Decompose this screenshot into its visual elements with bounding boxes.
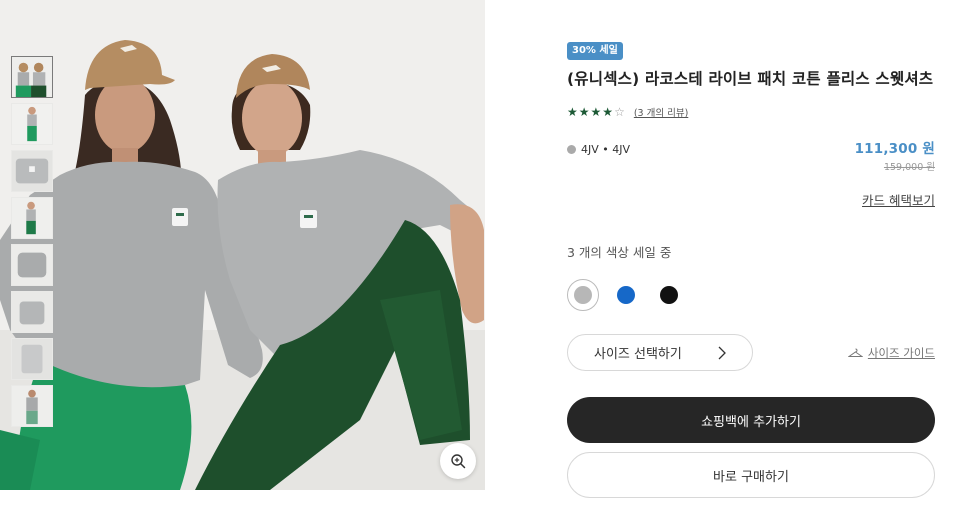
size-guide-link[interactable]: 사이즈 가이드 — [847, 345, 935, 361]
sale-price: 111,300 원 — [854, 141, 935, 157]
thumbnail-8[interactable] — [11, 385, 53, 427]
color-sale-label: 3 개의 색상 세일 중 — [567, 245, 672, 260]
add-to-bag-button[interactable]: 쇼핑백에 추가하기 — [567, 397, 935, 443]
card-benefit-link[interactable]: 카드 혜택보기 — [567, 190, 935, 209]
rating: ★ ★ ★ ★ ☆ (3 개의 리뷰) — [567, 104, 935, 120]
size-row: 사이즈 선택하기 사이즈 가이드 — [567, 334, 935, 371]
sale-badge: 30% 세일 — [567, 42, 623, 60]
chevron-right-icon — [718, 346, 726, 359]
price-row: 4JV • 4JV 111,300 원 159,000 원 — [567, 137, 935, 173]
original-price: 159,000 원 — [883, 162, 935, 173]
size-select-label: 사이즈 선택하기 — [594, 347, 682, 362]
product-code: 4JV • 4JV — [567, 143, 630, 156]
color-swatches — [567, 279, 935, 311]
product-code-text: 4JV • 4JV — [581, 143, 631, 156]
thumbnail-2[interactable] — [11, 103, 53, 145]
reviews-link[interactable]: (3 개의 리뷰) — [634, 105, 688, 119]
thumbnail-3[interactable] — [11, 150, 53, 192]
thumbnail-4[interactable] — [11, 197, 53, 239]
swatch-grey-color — [574, 286, 592, 304]
hanger-icon — [847, 348, 863, 357]
product-title: (유니섹스) 라코스테 라이브 패치 코튼 플리스 스웻셔츠 — [567, 70, 934, 88]
color-dot — [567, 145, 576, 154]
thumbnail-1[interactable] — [11, 56, 53, 98]
product-info: 30% 세일 (유니섹스) 라코스테 라이브 패치 코튼 플리스 스웻셔츠 ★ … — [567, 38, 935, 498]
thumbnail-7[interactable] — [11, 338, 53, 380]
thumbnail-list — [11, 56, 53, 432]
swatch-black-color — [660, 286, 678, 304]
star-icon: ★ — [590, 105, 602, 119]
star-outline-icon: ☆ — [614, 105, 625, 119]
size-select-button[interactable]: 사이즈 선택하기 — [567, 334, 753, 371]
swatch-grey[interactable] — [567, 279, 599, 311]
prices: 111,300 원 159,000 원 — [855, 137, 935, 173]
star-icon: ★ — [602, 105, 614, 119]
star-icon: ★ — [567, 105, 578, 119]
buy-now-button[interactable]: 바로 구매하기 — [567, 452, 935, 498]
swatch-blue[interactable] — [610, 279, 642, 311]
product-gallery — [0, 0, 485, 490]
star-icon: ★ — [578, 105, 590, 119]
size-guide-label: 사이즈 가이드 — [867, 345, 935, 360]
thumbnail-5[interactable] — [11, 244, 53, 286]
thumbnail-6[interactable] — [11, 291, 53, 333]
zoom-in-icon — [451, 454, 466, 469]
swatch-blue-color — [617, 286, 635, 304]
swatch-black[interactable] — [653, 279, 685, 311]
product-main-image[interactable] — [0, 0, 485, 490]
zoom-button[interactable] — [440, 443, 476, 479]
